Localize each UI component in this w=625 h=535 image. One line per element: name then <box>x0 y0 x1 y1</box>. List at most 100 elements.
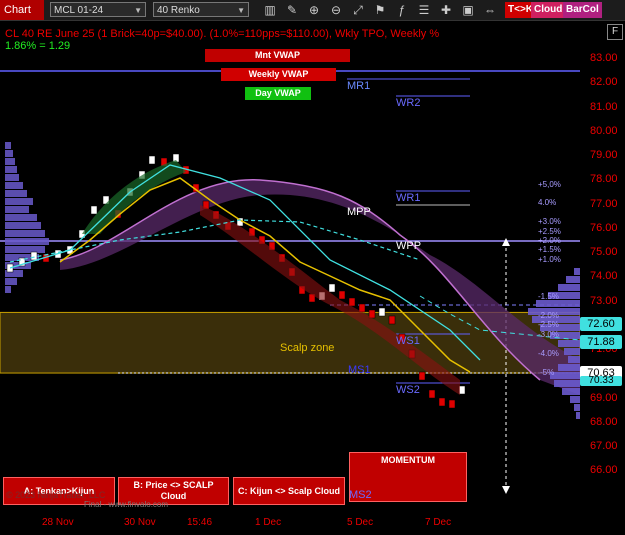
properties-icon[interactable]: ☰ <box>416 2 432 18</box>
strategy-icon[interactable]: ⚑ <box>372 2 388 18</box>
ms1-label: MS1 <box>348 364 371 376</box>
pct-label: -4.0% <box>538 349 559 358</box>
pct-label: -5% <box>540 368 555 377</box>
price-tick: 78.00 <box>590 173 618 186</box>
chevron-down-icon: ▼ <box>237 6 245 15</box>
date-tick: 30 Nov <box>124 517 156 528</box>
chart-menu[interactable]: Chart <box>0 0 44 20</box>
renko-brick-up <box>378 307 386 317</box>
pct-label: -2.5% <box>538 320 559 329</box>
instrument-selector[interactable]: MCL 01-24 ▼ <box>50 2 146 17</box>
ws2-label: WS2 <box>396 384 420 396</box>
tpo-left-bar <box>5 166 17 173</box>
price-tick: 77.00 <box>590 197 618 210</box>
ws1-label: WS1 <box>396 335 420 347</box>
renko-brick-down <box>418 371 426 381</box>
chart-header-line1: CL 40 RE June 25 (1 Brick=40p=$40.00). (… <box>5 28 440 40</box>
expand-icon[interactable]: ⇔ <box>482 2 498 18</box>
indicator-icon[interactable]: ƒ <box>394 2 410 18</box>
date-tick: 5 Dec <box>347 517 374 528</box>
pencil-icon[interactable]: ✎ <box>284 2 300 18</box>
scalp-zone-label: Scalp zone <box>280 342 335 354</box>
tpo-left-bar <box>5 142 11 149</box>
fit-icon[interactable]: ⤢ <box>350 2 366 18</box>
date-tick: 1 Dec <box>255 517 282 528</box>
date-tick: 28 Nov <box>42 517 74 528</box>
tpo-right-bar <box>554 380 580 387</box>
wr1-label: WR1 <box>396 192 421 204</box>
f-button[interactable]: F <box>607 24 623 40</box>
button-label-line1: B: Price <> SCALP <box>133 480 214 490</box>
mnt-vwap-tag: Mnt VWAP <box>205 49 350 62</box>
tpo-left-bar <box>5 246 45 253</box>
price-tick: 83.00 <box>590 52 618 64</box>
toolbar: Chart MCL 01-24 ▼ 40 Renko ▼ ▥ ✎ ⊕ ⊖ ⤢ ⚑… <box>0 0 625 21</box>
tpo-left-bar <box>5 278 17 285</box>
chart-header-line2: 1.86% = 1.29 <box>5 40 71 52</box>
date-tick: 7 Dec <box>425 517 452 528</box>
tpo-left-bar <box>5 150 13 157</box>
tpo-right-bar <box>566 276 580 283</box>
zoom-out-icon[interactable]: ⊖ <box>328 2 344 18</box>
wpp-label: WPP <box>396 240 422 252</box>
bar-chart-icon[interactable]: ▥ <box>262 2 278 18</box>
tpo-right-bar <box>568 356 580 363</box>
tpo-left-bar <box>5 190 27 197</box>
price-tick: 82.00 <box>590 76 618 89</box>
tpo-left-bar <box>5 198 33 205</box>
tpo-right-bar <box>558 284 580 291</box>
tpo-left-bar <box>5 206 29 213</box>
price-tick: 75.00 <box>590 246 618 258</box>
tpo-left-bar <box>5 182 23 189</box>
tpo-right-bar <box>570 396 580 403</box>
pct-label: +2.0% <box>538 236 561 245</box>
price-tick: 69.00 <box>590 391 618 404</box>
data-box-icon[interactable]: ▣ <box>460 2 476 18</box>
tpo-right-bar <box>576 412 580 419</box>
tpo-left-bar <box>5 174 19 181</box>
pct-label: +2.5% <box>538 227 561 236</box>
bar-type-selector[interactable]: 40 Renko ▼ <box>153 2 249 17</box>
price-badge-scalp-upper: 72.60 <box>580 317 622 331</box>
pct-label: +3.0% <box>538 217 561 226</box>
pct-label: +1.5% <box>538 245 561 254</box>
copyright-text: © 2023 NinjaTrader, LLC <box>6 490 106 500</box>
wr2-label: WR2 <box>396 97 421 109</box>
zoom-in-icon[interactable]: ⊕ <box>306 2 322 18</box>
watermark-url: Final - www.finvalo.com <box>84 500 169 509</box>
renko-brick-down <box>338 290 346 300</box>
arrow-down-icon <box>502 486 510 494</box>
mr1-label: MR1 <box>347 80 371 92</box>
price-tick: 73.00 <box>590 294 618 307</box>
price-tick: 80.00 <box>590 124 618 137</box>
tpo-left-bar <box>5 238 49 245</box>
renko-brick-up <box>328 283 336 293</box>
tpo-left-bar <box>5 222 41 229</box>
price-tick: 79.00 <box>590 149 618 161</box>
tpo-right-bar <box>562 388 580 395</box>
ms2-label: MS2 <box>349 489 372 501</box>
date-tick: 15:46 <box>187 517 213 528</box>
price-tick: 76.00 <box>590 221 618 234</box>
pct-label: 4.0% <box>538 198 557 207</box>
instrument-value: MCL 01-24 <box>54 5 104 16</box>
tpo-left-bar <box>5 214 37 221</box>
mpp-label: MPP <box>347 206 371 218</box>
price-badge-scalp-mid: 71.88 <box>580 335 622 349</box>
chevron-down-icon: ▼ <box>134 6 142 15</box>
price-tick: 67.00 <box>590 440 618 452</box>
renko-brick-down <box>428 389 436 399</box>
renko-brick-down <box>388 315 396 325</box>
price-tick: 81.00 <box>590 100 618 113</box>
pct-label: -3.0% <box>538 330 559 339</box>
price-tick: 74.00 <box>590 270 618 283</box>
weekly-vwap-tag: Weekly VWAP <box>221 68 336 81</box>
bar-type-value: 40 Renko <box>157 5 200 16</box>
cloud-toggle-button[interactable]: Cloud <box>531 2 566 18</box>
renko-brick-down <box>438 397 446 407</box>
tpo-right-bar <box>564 348 580 355</box>
tools-icon[interactable]: ✚ <box>438 2 454 18</box>
renko-brick-up <box>90 205 98 215</box>
kijun-scalp-cloud-button[interactable]: C: Kijun <> Scalp Cloud <box>233 477 345 505</box>
barcol-toggle-button[interactable]: BarCol <box>563 2 602 18</box>
